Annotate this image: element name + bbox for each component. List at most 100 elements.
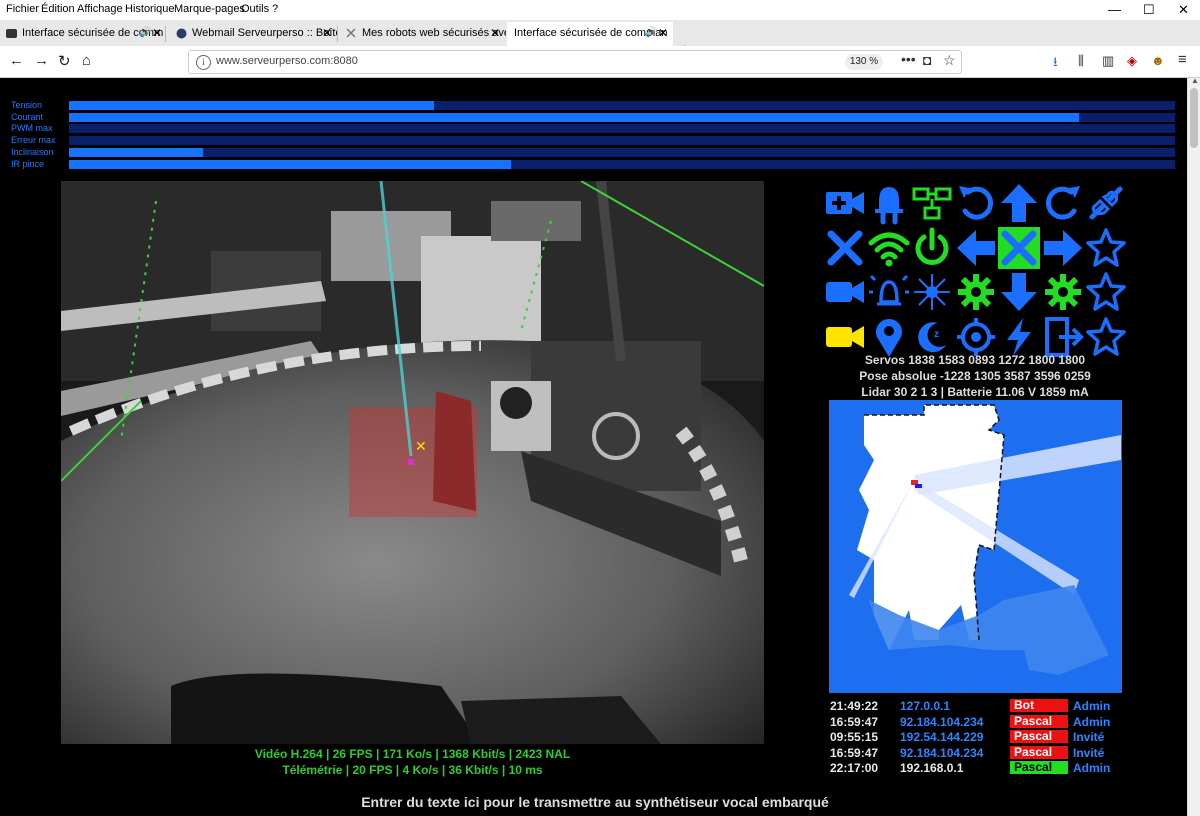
menu-fichier[interactable]: Fichier [6, 3, 39, 15]
star-icon[interactable] [1084, 226, 1128, 270]
extension-icon[interactable]: ☻ [1151, 53, 1165, 68]
svg-text:✕: ✕ [415, 438, 427, 454]
camera-add-icon[interactable] [823, 181, 867, 225]
arrow-right-icon[interactable] [1041, 226, 1085, 270]
gauge-track [69, 159, 1175, 169]
menu-edition[interactable]: Édition [41, 3, 75, 15]
connections-table: 21:49:22 127.0.0.1 Bot Admin 16:59:47 92.184.… [829, 698, 1123, 776]
tab-interface-active[interactable]: Interface sécurisée de comman 🔊 ✕ [507, 22, 673, 46]
arrow-down-icon[interactable] [997, 270, 1041, 314]
gear-icon[interactable] [1041, 270, 1085, 314]
gauge-label: Erreur max [11, 135, 56, 146]
library-icon[interactable]: ⫼ [1078, 53, 1084, 69]
scrollbar[interactable]: ▲ [1187, 78, 1200, 816]
connection-time: 16:59:47 [830, 714, 879, 729]
network-icon[interactable] [910, 181, 954, 225]
plug-icon[interactable] [1084, 181, 1128, 225]
stop-icon[interactable] [997, 226, 1041, 270]
gauge-track [69, 112, 1175, 122]
camera-image: ✕ [61, 181, 764, 744]
gauge-row: Courant [0, 112, 1180, 123]
audio-icon[interactable]: 🔊 [139, 27, 151, 38]
lidar-battery-readout: Lidar 30 2 1 3 | Batterie 11.06 V 1859 m… [861, 385, 1089, 399]
close-icon[interactable]: ✕ [490, 26, 500, 40]
arrow-left-icon[interactable] [954, 226, 998, 270]
tab-webmail[interactable]: Webmail Serveurperso :: Boîte d ✕ [170, 22, 338, 46]
led-icon[interactable] [867, 181, 911, 225]
star-icon[interactable] [1084, 270, 1128, 314]
power-icon[interactable] [910, 226, 954, 270]
menu-help[interactable]: ? [272, 3, 278, 15]
tab-separator [165, 26, 166, 42]
favicon-icon [176, 28, 187, 39]
camera-feed[interactable]: ✕ [61, 181, 764, 744]
gauge-fill [69, 101, 434, 110]
menu-affichage[interactable]: Affichage [77, 3, 123, 15]
more-icon[interactable]: ••• [901, 51, 916, 67]
connection-time: 21:49:22 [830, 699, 879, 713]
gauge-label: Courant [11, 111, 44, 122]
scrollbar-thumb[interactable] [1190, 88, 1198, 148]
close-icon[interactable] [823, 226, 867, 270]
gear-icon[interactable] [954, 270, 998, 314]
minimize-button[interactable]: — [1108, 2, 1121, 17]
connection-ip: 127.0.0.1 [900, 699, 951, 713]
tts-input[interactable]: Entrer du texte ici pour le transmettre … [300, 794, 890, 810]
info-icon[interactable]: i [196, 55, 211, 70]
close-window-button[interactable]: ✕ [1178, 2, 1189, 18]
wifi-icon[interactable] [867, 226, 911, 270]
table-row: 21:49:22 127.0.0.1 Bot Admin [829, 698, 1123, 714]
connection-role: Invité [1073, 745, 1105, 760]
laser-icon[interactable] [910, 270, 954, 314]
home-button[interactable]: ⌂ [82, 52, 91, 69]
rotate-left-icon[interactable] [954, 181, 998, 225]
gauge-track [69, 101, 1175, 110]
ublock-icon[interactable]: ◈ [1127, 53, 1137, 69]
favicon-icon [6, 29, 17, 38]
control-panel: z [823, 181, 1127, 361]
scroll-up-icon[interactable]: ▲ [1191, 78, 1199, 85]
gauge-label: IR pince [11, 158, 45, 169]
menu-historique[interactable]: Historique [125, 3, 175, 15]
gauge-fill [69, 112, 1079, 122]
menu-outils[interactable]: Outils [241, 3, 269, 15]
audio-icon[interactable]: 🔊 [645, 27, 657, 38]
close-icon[interactable]: ✕ [658, 26, 668, 40]
lidar-map[interactable] [829, 400, 1122, 693]
forward-button[interactable]: → [34, 52, 49, 69]
gauge-label: PWM max [11, 123, 53, 134]
connection-role: Admin [1073, 699, 1111, 713]
gauge-fill [69, 147, 203, 157]
tab-interface-1[interactable]: Interface sécurisée de comm 🔊 ✕ [0, 22, 166, 46]
lidar-map-image [829, 400, 1122, 693]
pocket-icon[interactable]: ◘ [923, 52, 931, 68]
address-bar[interactable]: i www.serveurperso.com:8080 130 % ••• ◘ … [188, 50, 962, 74]
gauge-row: Tension [0, 100, 1180, 111]
table-row: 16:59:47 92.184.104.234 Pascal Admin [829, 714, 1123, 730]
close-icon[interactable]: ✕ [322, 26, 332, 40]
video-stats-line: Vidéo H.264 | 26 FPS | 171 Ko/s | 1368 K… [254, 747, 571, 761]
connection-ip: 92.184.104.234 [900, 714, 984, 729]
download-icon[interactable]: ⭳ [1053, 53, 1058, 75]
sidebar-icon[interactable]: ▥ [1102, 53, 1114, 69]
menu-marque-pages[interactable]: Marque-pages [174, 3, 245, 15]
gauge-row: Inclinaison [0, 147, 1180, 158]
bookmark-star-icon[interactable]: ☆ [943, 52, 956, 69]
arrow-up-icon[interactable] [997, 181, 1041, 225]
rotate-right-icon[interactable] [1041, 181, 1085, 225]
back-button[interactable]: ← [9, 52, 24, 69]
url-text[interactable]: www.serveurperso.com:8080 [216, 55, 358, 67]
reload-button[interactable]: ↻ [58, 52, 71, 70]
gauge-row: Erreur max [0, 135, 1180, 146]
close-icon[interactable]: ✕ [152, 26, 162, 40]
zoom-badge[interactable]: 130 % [845, 54, 883, 70]
alarm-icon[interactable] [867, 270, 911, 314]
menu-icon[interactable]: ≡ [1178, 51, 1187, 68]
video-camera-icon[interactable] [823, 270, 867, 314]
maximize-button[interactable]: ☐ [1143, 2, 1155, 18]
connection-role: Invité [1073, 730, 1105, 745]
connection-role: Admin [1073, 714, 1111, 729]
video-stats: Vidéo H.264 | 26 FPS | 171 Ko/s | 1368 K… [61, 746, 764, 778]
gauge-track [69, 124, 1175, 134]
tab-robots[interactable]: Mes robots web sécurisés avec ✕ [340, 22, 506, 46]
